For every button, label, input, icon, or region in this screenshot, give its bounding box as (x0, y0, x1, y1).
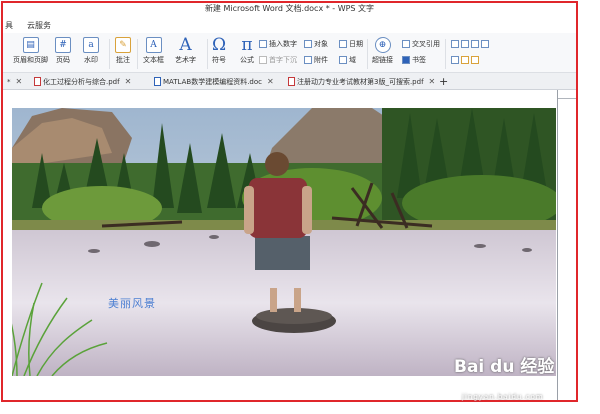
tab-pdf-exam[interactable]: 注册动力专业考试教材第3版_可搜索.pdf ✕ (288, 74, 435, 89)
formula-button[interactable]: π 公式 (239, 35, 255, 65)
attachment-icon (304, 55, 312, 64)
close-icon[interactable]: ✕ (16, 77, 23, 86)
textbox-button[interactable]: A 文本框 (143, 37, 164, 65)
ribbon-separator (207, 39, 208, 69)
bookmark-button[interactable]: 书签 (402, 54, 426, 65)
hyperlink-button[interactable]: ⊕ 超链接 (372, 37, 393, 65)
menu-item-tools[interactable]: 具 (5, 20, 13, 31)
quick-tools-row-2 (451, 54, 481, 65)
cross-reference-button[interactable]: 交叉引用 (402, 38, 440, 49)
inserted-landscape-image[interactable]: 美丽风景 (12, 108, 556, 376)
calendar-icon (339, 39, 347, 48)
chart-icon[interactable] (461, 39, 469, 48)
insert-ribbon: ▤ 页眉和页脚 # 页码 a 水印 ✎ 批注 A 文本框 A 艺术字 Ω 符号 (3, 33, 576, 73)
tab-pdf-chemical[interactable]: 化工过程分析与综合.pdf ✕ (34, 74, 131, 89)
drop-cap-icon (259, 55, 267, 64)
bookmark-icon (402, 55, 410, 64)
wordart-button[interactable]: A 艺术字 (175, 35, 196, 65)
window-title: 新建 Microsoft Word 文档.docx * - WPS 文字 (204, 4, 375, 13)
symbol-button[interactable]: Ω 符号 (211, 35, 227, 65)
document-tab-bar: * ✕ 化工过程分析与综合.pdf ✕ MATLAB数学建模编程资料.doc ✕ 注册… (3, 73, 576, 90)
pi-icon: π (241, 35, 253, 55)
header-footer-button[interactable]: ▤ 页眉和页脚 (13, 37, 48, 65)
pdf-file-icon (34, 77, 41, 86)
comment-icon: ✎ (115, 37, 131, 53)
drop-cap-button[interactable]: 首字下沉 (259, 54, 297, 65)
frame-icon[interactable] (451, 55, 459, 64)
page-right-margin (557, 90, 558, 400)
ribbon-separator (367, 39, 368, 69)
page-corner-mark (557, 98, 576, 99)
ribbon-separator (137, 39, 138, 69)
baidu-watermark-logo: Bai du 经验 (454, 357, 555, 377)
watermark-button[interactable]: a 水印 (83, 37, 99, 65)
wordart-icon: A (179, 35, 192, 55)
ribbon-separator (445, 39, 446, 69)
field-button[interactable]: 域 (339, 54, 356, 65)
ribbon-separator (109, 39, 110, 69)
insert-number-button[interactable]: 插入数字 (259, 38, 297, 49)
date-button[interactable]: 日期 (339, 38, 363, 49)
header-footer-icon: ▤ (22, 37, 39, 53)
pen-icon[interactable] (461, 55, 469, 64)
object-button[interactable]: 对象 (304, 38, 328, 49)
cross-reference-icon (402, 39, 410, 48)
menu-item-cloud[interactable]: 云服务 (27, 20, 51, 31)
quick-tools-row-1 (451, 38, 491, 49)
lock-icon[interactable] (471, 55, 479, 64)
omega-icon: Ω (211, 35, 227, 55)
close-icon[interactable]: ✕ (429, 77, 436, 86)
image-caption: 美丽风景 (108, 297, 156, 310)
globe-link-icon: ⊕ (374, 37, 391, 53)
close-icon[interactable]: ✕ (267, 77, 274, 86)
pdf-file-icon (288, 77, 295, 86)
checkbox-icon[interactable] (471, 39, 479, 48)
textbox-icon: A (145, 37, 162, 53)
attachment-button[interactable]: 附件 (304, 54, 328, 65)
tab-partial[interactable]: * ✕ (7, 74, 22, 89)
close-icon[interactable]: ✕ (125, 77, 132, 86)
insert-number-icon (259, 39, 267, 48)
watermark-icon: a (83, 37, 99, 53)
doc-file-icon (154, 77, 161, 86)
field-icon (339, 55, 347, 64)
object-icon (304, 39, 312, 48)
screenshot-frame: 新建 Microsoft Word 文档.docx * - WPS 文字 具 云… (1, 1, 578, 402)
landscape-photo (12, 108, 556, 376)
tab-doc-matlab[interactable]: MATLAB数学建模编程资料.doc ✕ (154, 74, 274, 89)
menu-bar: 具 云服务 (3, 17, 576, 33)
form-icon[interactable] (481, 39, 489, 48)
page-number-button[interactable]: # 页码 (55, 37, 71, 65)
table-icon[interactable] (451, 39, 459, 48)
comment-button[interactable]: ✎ 批注 (115, 37, 131, 65)
baidu-watermark-url: jingyan.baidu.com (462, 393, 544, 401)
new-tab-button[interactable]: + (439, 74, 448, 89)
page-number-icon: # (55, 37, 71, 53)
